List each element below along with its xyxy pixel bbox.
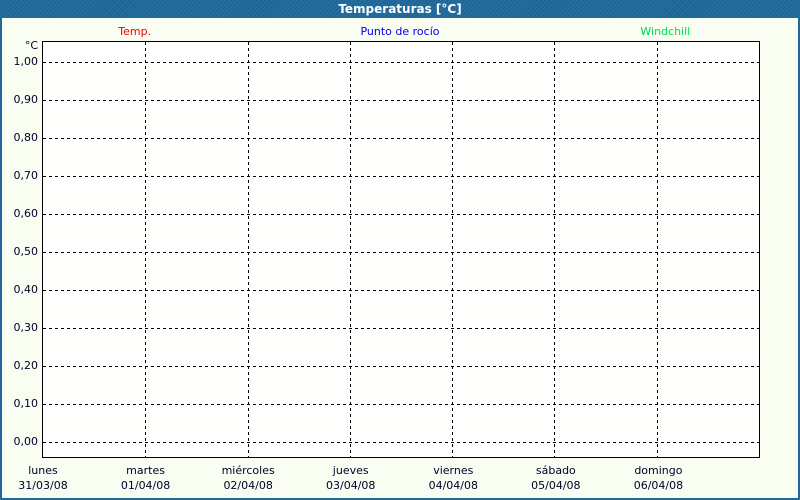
x-axis-date: 31/03/08 — [18, 479, 68, 492]
chart-title: Temperaturas [°C] — [338, 2, 462, 16]
x-axis-date: 04/04/08 — [428, 479, 478, 492]
grid-dashed-lines — [43, 42, 759, 457]
x-axis-label-jueves: jueves 03/04/08 — [326, 464, 375, 493]
x-axis-labels: lunes 31/03/08 martes 01/04/08 miércoles 02/0… — [18, 464, 760, 498]
y-tick-label: 0,30 — [13, 321, 39, 334]
plot-area — [42, 41, 760, 458]
y-tick-label: 0,50 — [13, 245, 39, 258]
x-axis-date: 03/04/08 — [326, 479, 376, 492]
gridlines — [43, 42, 759, 457]
x-axis-label-lunes: lunes 31/03/08 — [18, 464, 67, 493]
legend-item-dew-point: Punto de rocío — [360, 25, 440, 38]
y-tick-label: 0,00 — [13, 435, 39, 448]
x-axis-label-viernes: viernes 04/04/08 — [429, 464, 478, 493]
x-axis-day-name: jueves — [332, 464, 369, 477]
y-tick-label: 0,20 — [13, 359, 39, 372]
y-tick-label: 0,90 — [13, 93, 39, 106]
x-axis-date: 05/04/08 — [531, 479, 581, 492]
chart-window: Temperaturas [°C] Temp. Punto de rocío Win… — [0, 0, 800, 500]
legend-item-temp: Temp. — [118, 25, 152, 38]
x-axis-label-sábado: sábado 05/04/08 — [531, 464, 580, 493]
legend: Temp. Punto de rocío Windchill — [2, 24, 798, 40]
x-axis-day-name: viernes — [433, 464, 474, 477]
y-tick-label: 0,80 — [13, 131, 39, 144]
x-axis-day-name: domingo — [634, 464, 683, 477]
x-axis-label-martes: martes 01/04/08 — [121, 464, 170, 493]
y-tick-label: 0,40 — [13, 283, 39, 296]
y-tick-label: 0,70 — [13, 169, 39, 182]
x-axis-label-miércoles: miércoles 02/04/08 — [222, 464, 275, 493]
legend-item-windchill: Windchill — [640, 25, 691, 38]
title-bar: Temperaturas [°C] — [2, 0, 798, 18]
x-axis-day-name: martes — [126, 464, 165, 477]
y-axis-tick-labels: 1,00 0,90 0,80 0,70 0,60 0,50 0,40 0,30 0,20 0,10… — [2, 0, 39, 498]
y-tick-label: 0,60 — [13, 207, 39, 220]
x-axis-date: 02/04/08 — [223, 479, 273, 492]
x-axis-day-name: sábado — [535, 464, 576, 477]
x-axis-day-name: lunes — [28, 464, 58, 477]
y-tick-label: 1,00 — [13, 55, 39, 68]
x-axis-label-domingo: domingo 06/04/08 — [634, 464, 683, 493]
y-tick-label: 0,10 — [13, 397, 39, 410]
x-axis-date: 01/04/08 — [120, 479, 171, 492]
x-axis-day-name: miércoles — [221, 464, 275, 477]
x-axis-date: 06/04/08 — [633, 479, 684, 492]
